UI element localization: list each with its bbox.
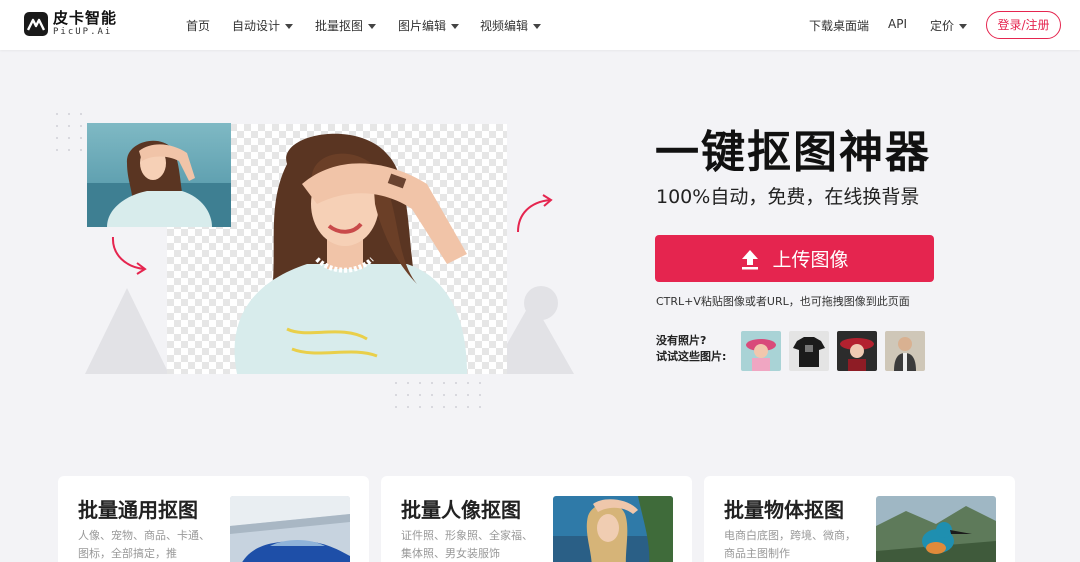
curved-arrow-icon [517, 194, 553, 233]
nav-api[interactable]: API [888, 17, 907, 31]
paste-drag-hint: CTRL+V粘贴图像或者URL，也可拖拽图像到此页面 [656, 295, 910, 308]
card-title: 批量人像抠图 [401, 498, 521, 522]
upload-icon [742, 249, 759, 269]
curved-arrow-icon [111, 236, 147, 275]
caret-down-icon [285, 24, 294, 29]
logo[interactable]: 皮卡智能 PicUP.Ai [24, 11, 117, 37]
upload-image-button[interactable]: 上传图像 [655, 235, 934, 282]
caret-down-icon [533, 24, 542, 29]
sample-image-girl-hat[interactable] [741, 331, 781, 371]
sample-image-woman-red-hat[interactable] [837, 331, 877, 371]
top-navbar: 皮卡智能 PicUP.Ai 首页 自动设计 批量抠图 图片编辑 视频编辑 下载桌… [0, 0, 1080, 50]
card-description: 人像、宠物、商品、卡通、图标，全部搞定，推 [78, 529, 210, 560]
sample-image-tshirt[interactable] [789, 331, 829, 371]
card-image-woman [553, 496, 673, 562]
no-photo-label: 没有照片? [656, 334, 707, 347]
nav-video-edit[interactable]: 视频编辑 [480, 17, 542, 34]
original-photo-thumbnail [87, 123, 231, 227]
nav-image-edit[interactable]: 图片编辑 [398, 17, 460, 34]
hero-subtitle: 100%自动，免费，在线换背景 [656, 186, 920, 208]
try-these-label: 试试这些图片: [656, 350, 727, 363]
caret-down-icon [368, 24, 377, 29]
card-title: 批量通用抠图 [78, 498, 198, 522]
card-image-car [230, 496, 350, 562]
login-register-button[interactable]: 登录/注册 [986, 11, 1061, 39]
logo-subtext: PicUP.Ai [53, 27, 113, 37]
sample-image-man[interactable] [885, 331, 925, 371]
caret-down-icon [959, 24, 968, 29]
logo-text: 皮卡智能 [53, 9, 118, 27]
dots-decoration [56, 113, 82, 151]
mountain-decoration [85, 288, 169, 374]
feature-card-batch-object[interactable]: 批量物体抠图 电商白底图，跨境、微商，商品主图制作 [704, 476, 1015, 562]
sun-decoration [524, 286, 558, 320]
sample-images-prompt: 没有照片? 试试这些图片: [656, 333, 726, 365]
feature-card-batch-portrait[interactable]: 批量人像抠图 证件照、形象照、全家福、集体照、男女装服饰 [381, 476, 692, 562]
card-title: 批量物体抠图 [724, 498, 844, 522]
logo-icon [24, 12, 48, 36]
dots-decoration [395, 382, 481, 408]
card-description: 证件照、形象照、全家福、集体照、男女装服饰 [401, 529, 533, 560]
nav-download-desktop[interactable]: 下载桌面端 [809, 17, 869, 34]
card-image-bird [876, 496, 996, 562]
nav-home[interactable]: 首页 [186, 17, 210, 34]
feature-card-batch-general[interactable]: 批量通用抠图 人像、宠物、商品、卡通、图标，全部搞定，推 [58, 476, 369, 562]
upload-button-label: 上传图像 [772, 249, 849, 271]
nav-pricing[interactable]: 定价 [930, 17, 968, 34]
nav-batch-cutout[interactable]: 批量抠图 [315, 17, 377, 34]
nav-auto-design[interactable]: 自动设计 [232, 17, 294, 34]
card-description: 电商白底图，跨境、微商，商品主图制作 [724, 529, 856, 560]
hero-title: 一键抠图神器 [655, 127, 931, 178]
caret-down-icon [451, 24, 460, 29]
